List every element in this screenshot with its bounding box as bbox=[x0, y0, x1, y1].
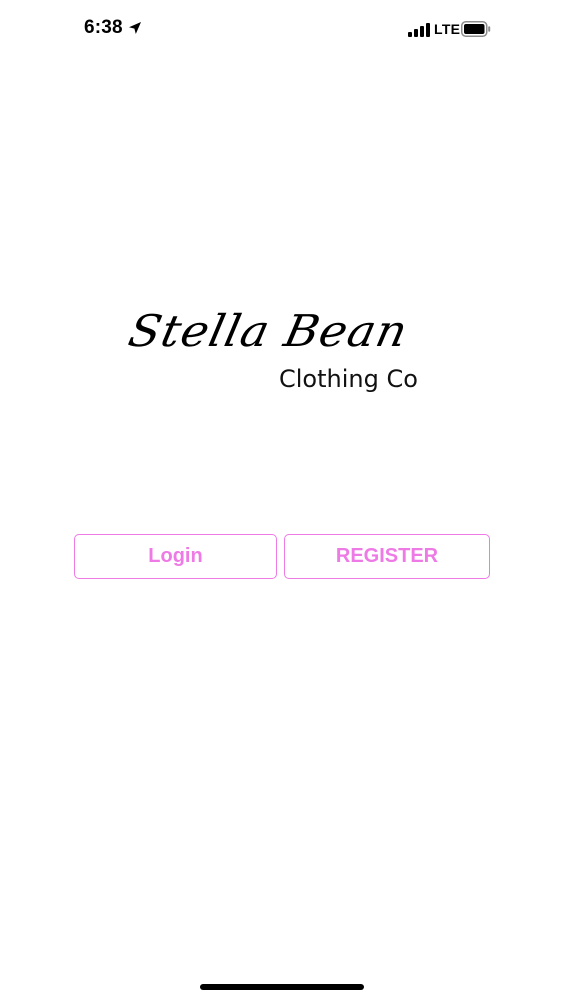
battery-icon bbox=[461, 21, 491, 37]
status-time: 6:38 bbox=[84, 17, 123, 38]
auth-buttons: Login REGISTER bbox=[74, 534, 490, 581]
brand-logo-script: Stella Bean bbox=[124, 305, 413, 357]
brand-logo: Stella Bean Clothing Co bbox=[124, 305, 435, 405]
signal-bars-icon bbox=[408, 23, 430, 37]
status-bar: 6:38 LTE bbox=[0, 0, 563, 60]
register-button[interactable]: REGISTER bbox=[284, 534, 490, 579]
location-arrow-icon bbox=[129, 22, 141, 34]
brand-logo-subtitle: Clothing Co bbox=[279, 365, 418, 393]
login-button[interactable]: Login bbox=[74, 534, 277, 579]
home-indicator[interactable] bbox=[200, 984, 364, 990]
network-type-label: LTE bbox=[434, 21, 461, 37]
